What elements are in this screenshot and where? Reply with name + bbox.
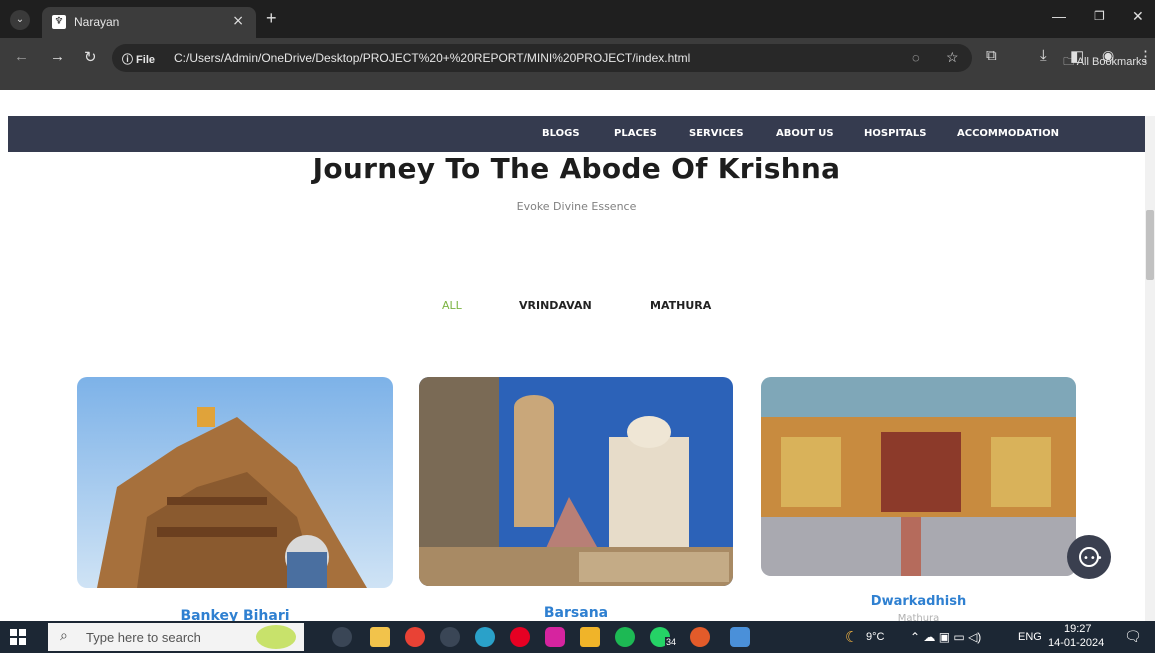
eye-slash-icon[interactable]: ◌ [912,50,920,65]
nav-about-us[interactable]: ABOUT US [776,128,834,139]
photos-icon[interactable] [730,627,750,647]
card-title-bankey-bihari[interactable]: Bankey Bihari [77,608,393,621]
task-view-icon[interactable] [332,627,352,647]
card-image-barsana[interactable] [419,377,733,586]
folder-icon: 🗀 [1063,56,1077,68]
page-scrollbar[interactable] [1145,116,1155,621]
clock-date[interactable]: 14-01-2024 [1048,637,1104,649]
browser-tab[interactable]: ♆ Narayan × [42,7,256,38]
nav-services[interactable]: SERVICES [689,128,744,139]
filter-mathura[interactable]: MATHURA [650,299,711,312]
tennis-racket-icon [256,625,296,649]
star-icon[interactable]: ☆ [946,49,959,66]
card-image-bankey-bihari[interactable] [77,377,393,588]
chat-button[interactable]: ••• [1067,535,1111,579]
search-icon: ⌕ [60,628,68,644]
all-bookmarks-label: All Bookmarks [1076,56,1147,68]
weather-moon-icon: ☾ [845,629,859,646]
scrollbar-thumb[interactable] [1146,210,1154,280]
windows-start-icon[interactable] [10,629,26,645]
card-title-dwarkadhish[interactable]: Dwarkadhish [761,594,1076,609]
new-tab-button[interactable]: + [266,8,277,29]
spotify-icon[interactable] [615,627,635,647]
pinterest-icon[interactable] [510,627,530,647]
windows-taskbar: ⌕ Type here to search 34 ☾ 9°C ⌃ ☁ ▣ ▭ ◁… [0,621,1155,653]
browser-tab-bar: ⌄ ♆ Narayan × + — ❐ ✕ [0,0,1155,38]
edge-icon[interactable] [475,627,495,647]
browser-toolbar: ← → ↻ ⓘ File C:/Users/Admin/OneDrive/Des… [0,38,1155,90]
tray-icons[interactable]: ⌃ ☁ ▣ ▭ ◁) [910,630,981,644]
language-indicator[interactable]: ENG [1018,631,1042,643]
back-icon[interactable]: ← [14,48,29,65]
restore-icon[interactable]: ❐ [1094,9,1105,23]
whatsapp-badge: 34 [665,637,678,647]
weather-temp[interactable]: 9°C [866,631,884,643]
reload-icon[interactable]: ↻ [84,48,97,66]
page-title: Journey To The Abode Of Krishna [312,152,841,185]
card-image-dwarkadhish[interactable] [761,377,1076,576]
filter-vrindavan[interactable]: VRINDAVAN [519,299,592,312]
site-navbar: BLOGS PLACES SERVICES ABOUT US HOSPITALS… [8,116,1145,152]
chrome-icon[interactable] [405,627,425,647]
minimize-icon[interactable]: — [1052,8,1066,24]
nav-blogs[interactable]: BLOGS [542,128,580,139]
favicon-icon: ♆ [52,15,66,29]
taskbar-search-placeholder: Type here to search [86,630,201,645]
widgets-icon[interactable] [370,627,390,647]
extensions-icon[interactable]: ⧉ [986,47,997,64]
tab-search-button[interactable]: ⌄ [10,10,30,30]
nav-places[interactable]: PLACES [614,128,657,139]
nav-accommodation[interactable]: ACCOMMODATION [957,128,1059,139]
app-icon[interactable] [440,627,460,647]
forward-icon[interactable]: → [50,48,65,65]
download-icon[interactable]: ⤓ [1040,47,1047,64]
card-subtitle-dwarkadhish: Mathura [897,613,940,621]
file-info-badge[interactable]: ⓘ File [122,51,155,67]
taskbar-search-box[interactable]: ⌕ Type here to search [48,623,304,651]
bookmarks-bar[interactable]: 🗀 All Bookmarks [1063,53,1147,72]
clock-time[interactable]: 19:27 [1064,623,1092,635]
instagram-icon[interactable] [545,627,565,647]
filter-all[interactable]: ALL [442,299,462,312]
window-close-icon[interactable]: ✕ [1132,8,1144,25]
card-title-barsana[interactable]: Barsana [419,605,733,621]
tab-title: Narayan [74,15,120,29]
nav-hospitals[interactable]: HOSPITALS [864,128,926,139]
file-explorer-icon[interactable] [580,627,600,647]
tab-close-icon[interactable]: × [232,13,244,29]
url-text[interactable]: C:/Users/Admin/OneDrive/Desktop/PROJECT%… [174,51,690,65]
chat-dots-icon: ••• [1083,553,1104,564]
address-bar[interactable]: ⓘ File C:/Users/Admin/OneDrive/Desktop/P… [112,44,972,72]
notification-icon[interactable]: 🗨 [1124,628,1142,645]
page-content: Journey To The Abode Of Krishna Evoke Di… [8,152,1145,621]
browser-app-icon[interactable] [690,627,710,647]
page-subtitle: Evoke Divine Essence [516,200,637,213]
